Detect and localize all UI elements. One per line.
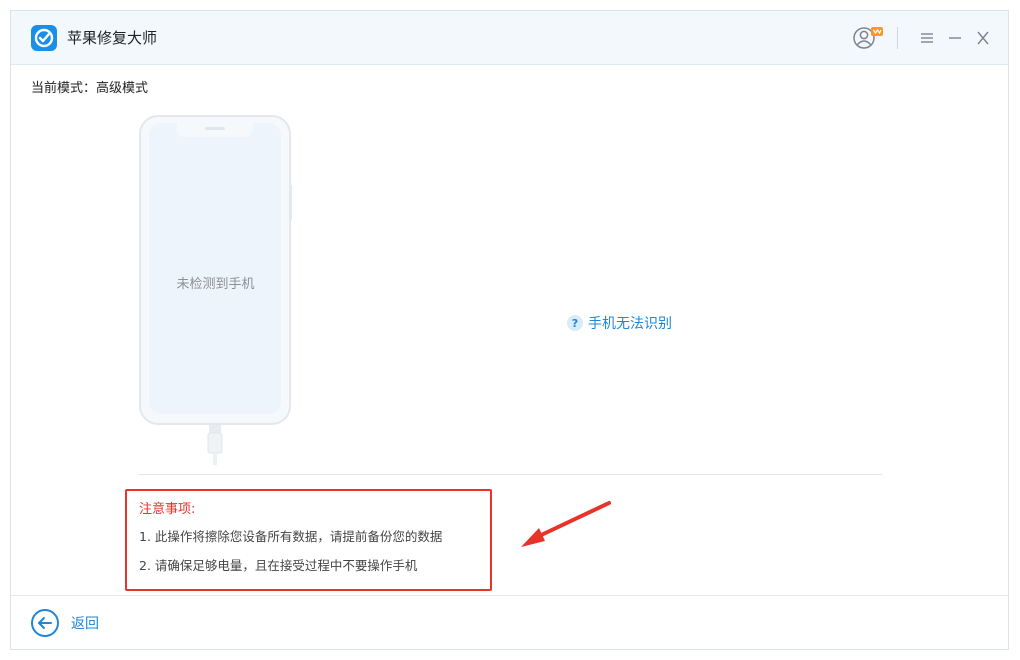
back-arrow-icon (31, 609, 59, 637)
current-mode-label: 当前模式：高级模式 (31, 81, 149, 96)
titlebar-separator (897, 27, 898, 49)
back-button[interactable]: 返回 (31, 609, 99, 637)
help-icon: ? (567, 315, 583, 331)
minimize-icon[interactable] (944, 25, 966, 51)
close-icon[interactable] (972, 25, 994, 51)
notice-box: 注意事项: 1. 此操作将擦除您设备所有数据，请提前备份您的数据 2. 请确保足… (125, 489, 492, 591)
footer-divider (11, 595, 1008, 596)
menu-icon[interactable] (916, 25, 938, 51)
app-logo-icon (31, 25, 57, 51)
title-bar: 苹果修复大师 (11, 11, 1008, 65)
notice-item: 2. 请确保足够电量，且在接受过程中不要操作手机 (139, 558, 418, 573)
app-window: 苹果修复大师 当前模式：高级模式 未检测到手机 ? 手机无法识别 注意事项: 1… (10, 10, 1009, 650)
help-link-label: 手机无法识别 (588, 316, 672, 332)
device-status-text: 未检测到手机 (176, 277, 255, 292)
device-not-recognized-link[interactable]: ? 手机无法识别 (567, 313, 672, 333)
annotation-arrow (511, 497, 617, 553)
back-button-label: 返回 (71, 616, 99, 632)
user-account-icon[interactable] (851, 25, 887, 51)
notice-title: 注意事项: (139, 502, 196, 517)
app-title: 苹果修复大师 (67, 29, 158, 47)
notice-item: 1. 此操作将擦除您设备所有数据，请提前备份您的数据 (139, 529, 443, 544)
section-divider (138, 474, 882, 475)
